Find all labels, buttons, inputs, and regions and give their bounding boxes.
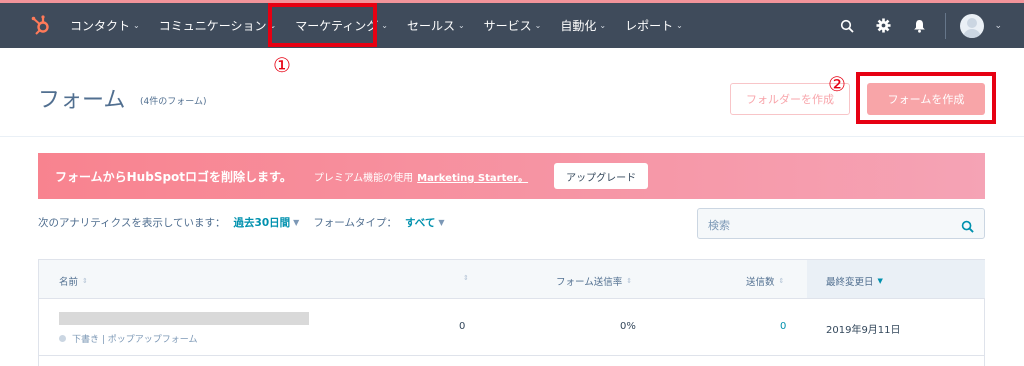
chevron-down-icon[interactable]: ⌄ bbox=[994, 21, 1002, 31]
banner-text: プレミアム機能の使用 bbox=[313, 172, 414, 184]
sort-icon: ⇕ bbox=[778, 277, 785, 285]
chevron-down-icon: ⌄ bbox=[457, 21, 465, 30]
redacted-form-name[interactable] bbox=[59, 312, 309, 325]
sort-icon: ⇕ bbox=[463, 274, 469, 282]
filter-range-dropdown[interactable]: 過去30日間 bbox=[234, 215, 291, 230]
search-icon[interactable] bbox=[961, 218, 974, 237]
analytics-filters: 次のアナリティクスを表示しています： 過去30日間 ▼ フォームタイプ： すべて… bbox=[38, 215, 445, 230]
forms-table: 名前 ⇕ ⇕ フォーム送信率 ⇕ 送信数 ⇕ 最終変更日 ▼ 下書き | ポップアップフ… bbox=[38, 259, 985, 366]
status-dot-icon bbox=[59, 335, 66, 342]
nav-communications[interactable]: コミュニケーション ⌄ bbox=[159, 17, 276, 34]
column-header-views[interactable]: ⇕ bbox=[459, 274, 469, 282]
search-placeholder: 検索 bbox=[708, 219, 730, 232]
bell-icon[interactable] bbox=[909, 16, 929, 36]
row-divider bbox=[39, 355, 984, 356]
header-label: 送信数 bbox=[746, 277, 775, 288]
header-divider bbox=[0, 136, 1024, 137]
banner-title: フォームからHubSpotロゴを削除します。 bbox=[55, 169, 292, 184]
column-header-updated[interactable]: 最終変更日 ▼ bbox=[826, 274, 883, 288]
table-header: 名前 ⇕ ⇕ フォーム送信率 ⇕ 送信数 ⇕ 最終変更日 ▼ bbox=[38, 259, 985, 299]
annotation-number-2: ② bbox=[828, 72, 846, 96]
top-nav-bar: コンタクト ⌄ コミュニケーション ⌄ マーケティング ⌄ セールス ⌄ サービス ⌄ 自… bbox=[0, 0, 1024, 48]
caret-down-icon[interactable]: ▼ bbox=[293, 218, 299, 227]
cell-updated: 2019年9月11日 bbox=[826, 325, 901, 336]
row-status: 下書き | ポップアップフォーム bbox=[59, 332, 198, 345]
filter-type-dropdown[interactable]: すべて bbox=[405, 215, 435, 230]
nav-contacts[interactable]: コンタクト ⌄ bbox=[70, 17, 140, 34]
cell-submissions[interactable]: 0 bbox=[780, 321, 786, 332]
nav-sales[interactable]: セールス ⌄ bbox=[407, 17, 465, 34]
hubspot-logo-icon[interactable] bbox=[30, 14, 52, 36]
nav-label: 自動化 bbox=[560, 19, 597, 33]
nav-right-tools: ⌄ bbox=[837, 3, 1024, 48]
header-label: 最終変更日 bbox=[826, 277, 874, 288]
gear-icon[interactable] bbox=[873, 16, 893, 36]
annotation-box-create-form bbox=[856, 72, 996, 124]
nav-reports[interactable]: レポート ⌄ bbox=[625, 17, 683, 34]
header-label: 名前 bbox=[59, 277, 79, 288]
sort-desc-icon: ▼ bbox=[877, 277, 883, 285]
table-body: 下書き | ポップアップフォーム 0 0% 0 2019年9月11日 bbox=[38, 299, 985, 366]
chevron-down-icon: ⌄ bbox=[599, 21, 607, 30]
sort-icon: ⇕ bbox=[626, 277, 633, 285]
nav-label: コンタクト bbox=[70, 19, 131, 33]
page-title: フォーム bbox=[38, 88, 126, 113]
chevron-down-icon: ⌄ bbox=[381, 21, 388, 30]
cell-rate: 0% bbox=[620, 321, 636, 332]
column-header-name[interactable]: 名前 ⇕ bbox=[59, 274, 88, 288]
nav-automation[interactable]: 自動化 ⌄ bbox=[560, 17, 606, 34]
main-nav: コンタクト ⌄ コミュニケーション ⌄ マーケティング ⌄ セールス ⌄ サービス ⌄ 自… bbox=[70, 3, 702, 48]
filter-label-type: フォームタイプ： bbox=[313, 217, 397, 229]
sort-icon: ⇕ bbox=[82, 277, 88, 285]
nav-label: レポート bbox=[625, 19, 674, 33]
page-subtitle: (4件のフォーム) bbox=[140, 97, 207, 107]
avatar[interactable] bbox=[960, 13, 985, 38]
nav-label: セールス bbox=[406, 19, 455, 33]
annotation-box-marketing bbox=[268, 3, 377, 47]
upgrade-button[interactable]: アップグレード bbox=[554, 163, 649, 189]
nav-divider bbox=[945, 12, 947, 39]
filter-label-range: 次のアナリティクスを表示しています： bbox=[38, 217, 226, 229]
chevron-down-icon: ⌄ bbox=[133, 21, 140, 30]
nav-service[interactable]: サービス ⌄ bbox=[484, 17, 542, 34]
search-icon[interactable] bbox=[837, 16, 857, 36]
banner-link[interactable]: Marketing Starter。 bbox=[417, 169, 528, 184]
caret-down-icon[interactable]: ▼ bbox=[438, 218, 444, 227]
row-status-text: 下書き | ポップアップフォーム bbox=[72, 335, 198, 345]
column-header-submissions[interactable]: 送信数 ⇕ bbox=[746, 274, 784, 288]
nav-label: コミュニケーション bbox=[158, 19, 267, 33]
search-input[interactable]: 検索 bbox=[697, 208, 985, 239]
chevron-down-icon: ⌄ bbox=[676, 21, 683, 30]
nav-label: サービス bbox=[483, 19, 532, 33]
header-label: フォーム送信率 bbox=[556, 277, 623, 288]
chevron-down-icon: ⌄ bbox=[534, 21, 542, 30]
upgrade-banner: フォームからHubSpotロゴを削除します。 プレミアム機能の使用 Market… bbox=[38, 153, 985, 199]
cell-views: 0 bbox=[459, 321, 466, 332]
column-header-rate[interactable]: フォーム送信率 ⇕ bbox=[556, 274, 632, 288]
annotation-number-1: ① bbox=[273, 53, 291, 77]
